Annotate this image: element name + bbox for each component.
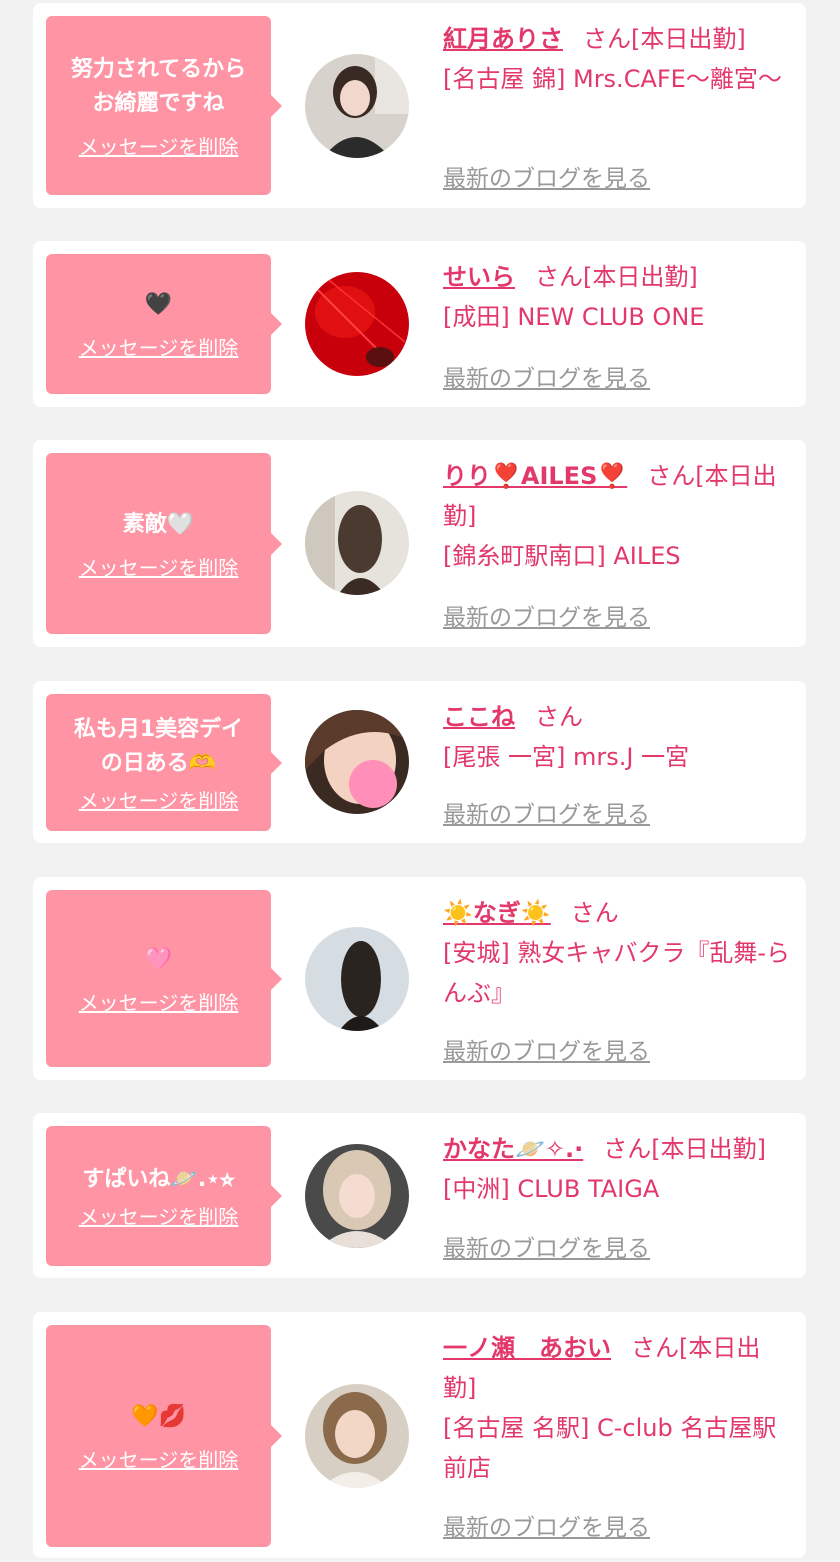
avatar[interactable]	[305, 272, 409, 376]
san-status: さん[本日出勤]	[603, 1135, 766, 1163]
latest-blog-link[interactable]: 最新のブログを見る	[443, 598, 650, 632]
latest-blog-link[interactable]: 最新のブログを見る	[443, 1032, 650, 1066]
latest-blog-link[interactable]: 最新のブログを見る	[443, 1508, 650, 1542]
cast-info: 紅月ありさ さん[本日出勤] [名古屋 錦] Mrs.CAFE〜離宮〜	[443, 19, 792, 99]
shop-name: [安城] 熟女キャバクラ『乱舞-らんぶ』	[443, 939, 791, 1007]
cast-name-link[interactable]: 紅月ありさ	[443, 25, 563, 53]
message-list: 努力されてるから お綺麗ですね メッセージを削除 紅月ありさ さん[本日出勤] […	[0, 0, 840, 1562]
message-text: すぱいね🪐.⋆⭐︎	[82, 1167, 235, 1192]
latest-blog-link[interactable]: 最新のブログを見る	[443, 795, 650, 829]
message-text: 素敵🤍	[122, 511, 195, 537]
cast-info: ☀️なぎ☀️ さん [安城] 熟女キャバクラ『乱舞-らんぶ』	[443, 893, 792, 1013]
red-photo-icon	[305, 272, 409, 376]
message-bubble: 🖤 メッセージを削除	[46, 254, 282, 394]
avatar[interactable]	[305, 927, 409, 1031]
dark-hair-back-icon	[305, 927, 409, 1031]
avatar[interactable]	[305, 54, 409, 158]
cast-info: 一ノ瀬 あおい さん[本日出勤] [名古屋 名駅] C-club 名古屋駅前店	[443, 1328, 792, 1488]
shop-name: [尾張 一宮] mrs.J 一宮	[443, 743, 690, 771]
shop-name: [成田] NEW CLUB ONE	[443, 303, 705, 331]
message-card: 素敵🤍 メッセージを削除 りり❣️AILES❣️ さん[本日出勤] [錦糸町駅南口…	[33, 440, 806, 647]
shop-name: [中洲] CLUB TAIGA	[443, 1175, 660, 1203]
latest-blog-link[interactable]: 最新のブログを見る	[443, 1229, 650, 1263]
message-text: 努力されてるから お綺麗ですね	[70, 56, 247, 116]
avatar[interactable]	[305, 1144, 409, 1248]
delete-message-link[interactable]: メッセージを削除	[79, 1205, 239, 1229]
cast-name-link[interactable]: ☀️なぎ☀️	[443, 899, 551, 927]
message-card: 🧡💋 メッセージを削除 一ノ瀬 あおい さん[本日出勤] [名古屋 名駅] C-c…	[33, 1312, 806, 1558]
message-text: 🖤	[144, 292, 173, 317]
cast-name-link[interactable]: かなた🪐✧.·	[443, 1135, 583, 1163]
delete-message-link[interactable]: メッセージを削除	[79, 1448, 239, 1472]
message-bubble: 🧡💋 メッセージを削除	[46, 1325, 282, 1547]
delete-message-link[interactable]: メッセージを削除	[79, 336, 239, 360]
cast-name-link[interactable]: りり❣️AILES❣️	[443, 462, 627, 490]
message-bubble: 私も月1美容デイ の日ある🫶 メッセージを削除	[46, 694, 282, 831]
delete-message-link[interactable]: メッセージを削除	[79, 135, 239, 159]
message-card: 私も月1美容デイ の日ある🫶 メッセージを削除 ここね さん [尾張 一宮] mr…	[33, 681, 806, 843]
delete-message-link[interactable]: メッセージを削除	[79, 789, 239, 813]
san-status: さん	[570, 899, 619, 927]
latest-blog-link[interactable]: 最新のブログを見る	[443, 359, 650, 393]
message-card: 努力されてるから お綺麗ですね メッセージを削除 紅月ありさ さん[本日出勤] […	[33, 3, 806, 208]
avatar[interactable]	[305, 710, 409, 814]
message-text: 🧡💋	[131, 1404, 186, 1429]
san-status: さん[本日出勤]	[535, 263, 698, 291]
cast-info: ここね さん [尾張 一宮] mrs.J 一宮	[443, 697, 792, 777]
message-card: 🖤 メッセージを削除 せいら さん[本日出勤] [成田] NEW CLUB ONE…	[33, 241, 806, 407]
message-card: すぱいね🪐.⋆⭐︎ メッセージを削除 かなた🪐✧.· さん[本日出勤] [中洲] …	[33, 1113, 806, 1278]
delete-message-link[interactable]: メッセージを削除	[79, 556, 239, 580]
cast-name-link[interactable]: ここね	[443, 703, 515, 731]
message-text: 🩷	[144, 946, 173, 972]
cast-name-link[interactable]: 一ノ瀬 あおい	[443, 1334, 611, 1362]
shop-name: [名古屋 名駅] C-club 名古屋駅前店	[443, 1414, 777, 1482]
cast-name-link[interactable]: せいら	[443, 263, 515, 291]
message-bubble: 🩷 メッセージを削除	[46, 890, 282, 1067]
woman-portrait-icon	[305, 54, 409, 158]
shop-name: [錦糸町駅南口] AILES	[443, 542, 681, 570]
message-text: 私も月1美容デイ の日ある🫶	[73, 716, 244, 776]
shop-name: [名古屋 錦] Mrs.CAFE〜離宮〜	[443, 65, 782, 93]
avatar[interactable]	[305, 1384, 409, 1488]
avatar[interactable]	[305, 491, 409, 595]
latest-blog-link[interactable]: 最新のブログを見る	[443, 159, 650, 193]
long-hair-back-icon	[305, 491, 409, 595]
blonde-woman-icon	[305, 1144, 409, 1248]
message-card: 🩷 メッセージを削除 ☀️なぎ☀️ さん [安城] 熟女キャバクラ『乱舞-らんぶ』…	[33, 877, 806, 1080]
blurred-face-icon	[305, 710, 409, 814]
smiling-woman-icon	[305, 1384, 409, 1488]
message-bubble: 努力されてるから お綺麗ですね メッセージを削除	[46, 16, 282, 195]
delete-message-link[interactable]: メッセージを削除	[79, 991, 239, 1015]
san-status: さん	[535, 703, 583, 731]
message-bubble: すぱいね🪐.⋆⭐︎ メッセージを削除	[46, 1126, 282, 1266]
san-status: さん[本日出勤]	[583, 25, 746, 53]
cast-info: かなた🪐✧.· さん[本日出勤] [中洲] CLUB TAIGA	[443, 1129, 792, 1209]
cast-info: せいら さん[本日出勤] [成田] NEW CLUB ONE	[443, 257, 792, 337]
cast-info: りり❣️AILES❣️ さん[本日出勤] [錦糸町駅南口] AILES	[443, 456, 792, 576]
message-bubble: 素敵🤍 メッセージを削除	[46, 453, 282, 634]
